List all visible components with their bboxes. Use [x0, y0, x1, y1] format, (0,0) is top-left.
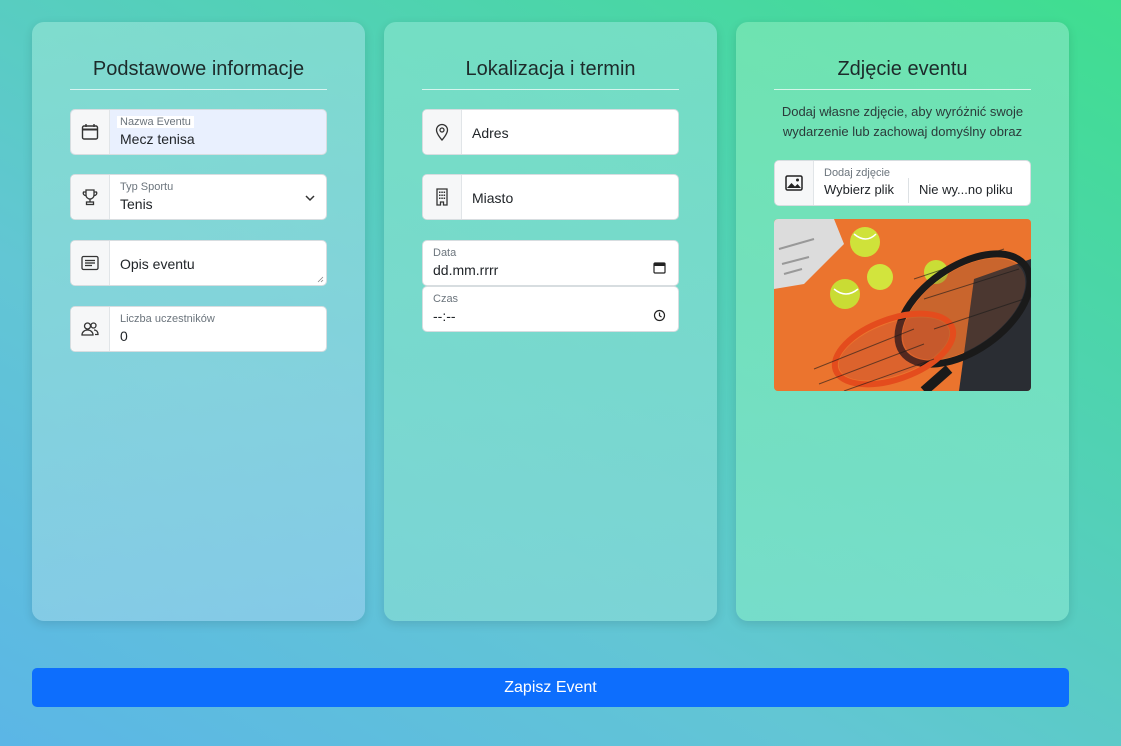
date-label: Data [433, 247, 457, 259]
clock-icon[interactable] [653, 309, 666, 322]
participants-label: Liczba uczestników [120, 313, 215, 325]
building-icon [423, 175, 462, 219]
date-value[interactable]: dd.mm.rrrr [433, 262, 498, 278]
file-upload-label: Dodaj zdjęcie [824, 167, 891, 179]
location-title: Lokalizacja i termin [422, 58, 679, 90]
time-value[interactable]: --:-- [433, 308, 456, 324]
participants-value[interactable]: 0 [120, 328, 128, 344]
calendar-picker-icon[interactable] [653, 261, 666, 274]
address-input[interactable]: Adres [422, 109, 679, 155]
sport-type-value: Tenis [120, 196, 153, 212]
event-name-field[interactable]: Nazwa Eventu Mecz tenisa [70, 109, 327, 155]
basic-info-card: Podstawowe informacje Nazwa Eventu Mecz … [32, 22, 365, 621]
city-input[interactable]: Miasto [422, 174, 679, 220]
trophy-icon [71, 175, 110, 219]
file-upload-field[interactable]: Dodaj zdjęcie Wybierz plik Nie wy...no p… [774, 160, 1031, 206]
map-pin-icon [423, 110, 462, 154]
choose-file-button[interactable]: Wybierz plik [824, 182, 904, 197]
city-placeholder: Miasto [472, 190, 514, 206]
chevron-down-icon [305, 195, 315, 202]
image-icon [775, 161, 814, 205]
description-placeholder: Opis eventu [120, 256, 195, 272]
participants-field[interactable]: Liczba uczestników 0 [70, 306, 327, 352]
time-input[interactable]: Czas --:-- [422, 286, 679, 332]
event-photo [774, 219, 1031, 391]
event-name-value[interactable]: Mecz tenisa [120, 131, 195, 147]
location-card: Lokalizacja i termin Adres Miasto Data d… [384, 22, 717, 621]
time-label: Czas [433, 293, 459, 305]
no-file-text: Nie wy...no pliku [919, 182, 1013, 197]
event-name-label: Nazwa Eventu [117, 116, 194, 128]
basic-info-title: Podstawowe informacje [70, 58, 327, 90]
text-lines-icon [71, 241, 110, 285]
address-placeholder: Adres [472, 125, 509, 141]
photo-title: Zdjęcie eventu [774, 58, 1031, 90]
sport-type-label: Typ Sportu [120, 181, 174, 193]
save-event-button[interactable]: Zapisz Event [32, 668, 1069, 707]
resize-handle-icon[interactable] [317, 276, 324, 283]
date-input[interactable]: Data dd.mm.rrrr [422, 240, 679, 286]
description-textarea[interactable]: Opis eventu [70, 240, 327, 286]
photo-card: Zdjęcie eventu Dodaj własne zdjęcie, aby… [736, 22, 1069, 621]
calendar-icon [71, 110, 110, 154]
people-icon [71, 307, 110, 351]
photo-description: Dodaj własne zdjęcie, aby wyróżnić swoje… [781, 104, 1024, 139]
sport-type-select[interactable]: Typ Sportu Tenis [70, 174, 327, 220]
